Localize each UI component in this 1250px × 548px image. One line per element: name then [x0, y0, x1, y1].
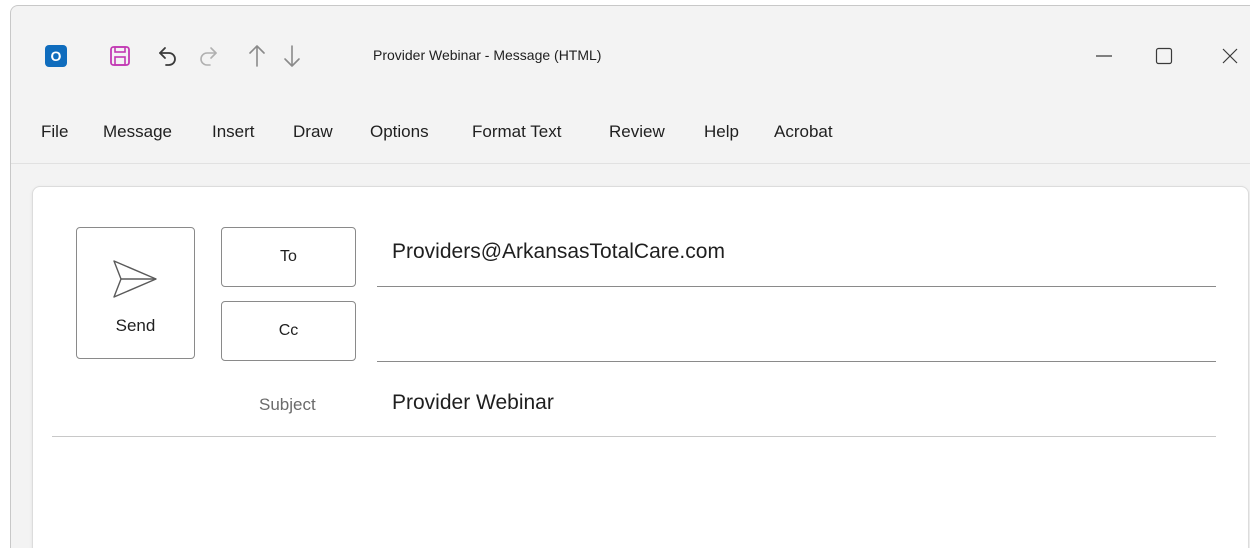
tab-insert[interactable]: Insert: [212, 122, 255, 142]
tab-message[interactable]: Message: [103, 122, 172, 142]
to-button[interactable]: To: [221, 227, 356, 287]
outlook-message-window: O Provider Webinar - Message (HTML) File…: [10, 5, 1250, 548]
tab-draw[interactable]: Draw: [293, 122, 333, 142]
save-icon[interactable]: [106, 42, 134, 70]
previous-item-icon[interactable]: [243, 42, 271, 70]
cc-button[interactable]: Cc: [221, 301, 356, 361]
undo-icon[interactable]: [154, 42, 182, 70]
tab-review[interactable]: Review: [609, 122, 665, 142]
ribbon-divider: [11, 163, 1250, 164]
minimize-icon[interactable]: [1084, 38, 1124, 74]
tab-format-text[interactable]: Format Text: [472, 122, 561, 142]
outlook-app-icon[interactable]: O: [42, 42, 70, 70]
app-icon-letter: O: [50, 48, 62, 64]
cc-field-underline: [377, 361, 1216, 362]
tab-options[interactable]: Options: [370, 122, 429, 142]
message-body[interactable]: [52, 447, 1216, 548]
tab-file[interactable]: File: [41, 122, 68, 142]
to-label: To: [280, 248, 297, 265]
subject-field-underline: [52, 436, 1216, 437]
subject-label: Subject: [259, 395, 316, 414]
subject-field[interactable]: Provider Webinar: [392, 391, 554, 415]
to-field[interactable]: Providers@ArkansasTotalCare.com: [392, 240, 725, 264]
ribbon-tabs: File Message Insert Draw Options Format …: [11, 118, 1250, 148]
redo-icon[interactable]: [194, 42, 222, 70]
send-button[interactable]: Send: [76, 227, 195, 359]
cc-label: Cc: [278, 322, 299, 339]
send-label: Send: [115, 316, 156, 335]
title-bar: O Provider Webinar - Message (HTML): [11, 6, 1250, 111]
cc-field[interactable]: [392, 315, 1212, 343]
send-icon: [113, 260, 157, 298]
tab-help[interactable]: Help: [704, 122, 739, 142]
tab-acrobat[interactable]: Acrobat: [774, 122, 833, 142]
to-field-underline: [377, 286, 1216, 287]
next-item-icon[interactable]: [278, 42, 306, 70]
maximize-icon[interactable]: [1144, 38, 1184, 74]
window-title: Provider Webinar - Message (HTML): [373, 47, 602, 63]
compose-pane: Send To Providers@ArkansasTotalCare.com …: [32, 186, 1249, 548]
close-icon[interactable]: [1210, 38, 1250, 74]
